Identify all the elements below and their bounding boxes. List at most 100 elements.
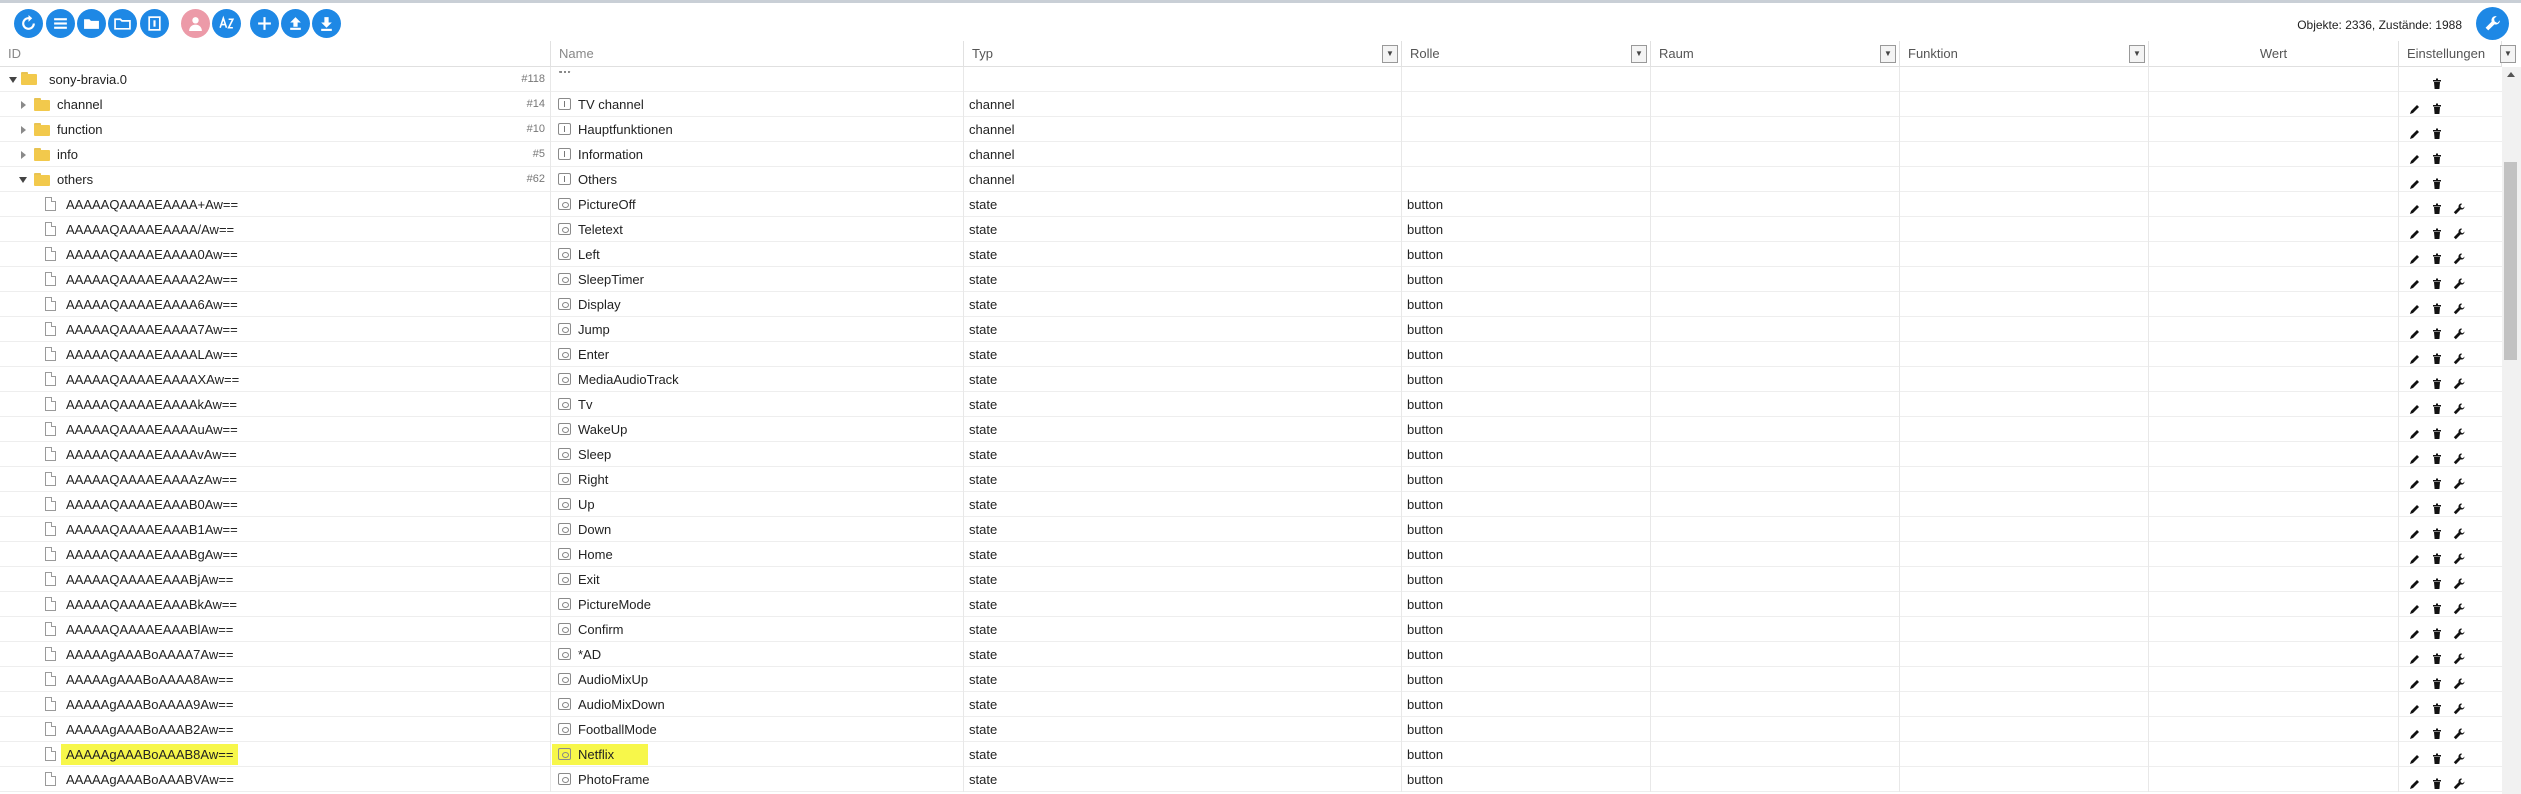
tree-row-state[interactable]: AAAAAQAAAAEAAAAzAw== Right state button xyxy=(0,467,2502,492)
tree-row-state[interactable]: AAAAAQAAAAEAAAAkAw== Tv state button xyxy=(0,392,2502,417)
tree-row-state[interactable]: AAAAAQAAAAEAAAAXAw== MediaAudioTrack state… xyxy=(0,367,2502,392)
expand-toggle[interactable] xyxy=(21,101,26,109)
edit-icon[interactable] xyxy=(2409,773,2421,789)
user-icon[interactable] xyxy=(181,9,210,38)
collapse-toggle[interactable] xyxy=(9,77,17,83)
delete-icon[interactable] xyxy=(2431,523,2443,539)
edit-icon[interactable] xyxy=(2409,673,2421,689)
tree-row-state[interactable]: AAAAAQAAAAEAAAAvAw== Sleep state button xyxy=(0,442,2502,467)
edit-icon[interactable] xyxy=(2409,298,2421,314)
delete-icon[interactable] xyxy=(2431,648,2443,664)
wrench-icon[interactable] xyxy=(2453,348,2465,365)
upload-icon[interactable] xyxy=(281,9,310,38)
wrench-icon[interactable] xyxy=(2453,398,2465,415)
delete-icon[interactable] xyxy=(2431,398,2443,414)
edit-icon[interactable] xyxy=(2409,698,2421,714)
delete-icon[interactable] xyxy=(2431,698,2443,714)
delete-icon[interactable] xyxy=(2431,173,2443,189)
tree-row-state[interactable]: AAAAAQAAAAEAAAA6Aw== Display state button xyxy=(0,292,2502,317)
delete-icon[interactable] xyxy=(2431,298,2443,314)
wrench-icon[interactable] xyxy=(2453,523,2465,540)
delete-icon[interactable] xyxy=(2431,623,2443,639)
edit-icon[interactable] xyxy=(2409,448,2421,464)
sort-icon[interactable] xyxy=(212,9,241,38)
delete-icon[interactable] xyxy=(2431,323,2443,339)
wrench-icon[interactable] xyxy=(2453,748,2465,765)
tree-row-state[interactable]: AAAAAQAAAAEAAAA7Aw== Jump state button xyxy=(0,317,2502,342)
column-header-typ[interactable]: Typ ▼ xyxy=(964,41,1402,67)
wrench-icon[interactable] xyxy=(2453,473,2465,490)
wrench-icon[interactable] xyxy=(2453,773,2465,790)
wrench-icon[interactable] xyxy=(2453,723,2465,740)
wrench-icon[interactable] xyxy=(2453,598,2465,615)
wrench-icon[interactable] xyxy=(2476,7,2509,40)
wrench-icon[interactable] xyxy=(2453,648,2465,665)
refresh-icon[interactable] xyxy=(14,9,43,38)
edit-icon[interactable] xyxy=(2409,723,2421,739)
list-icon[interactable] xyxy=(46,9,75,38)
tree-row-root[interactable]: sony-bravia.0 #118 xyxy=(0,67,2502,92)
raum-filter-dropdown[interactable]: ▼ xyxy=(1880,45,1896,63)
tree-row-state[interactable]: AAAAAQAAAAEAAAA2Aw== SleepTimer state butto… xyxy=(0,267,2502,292)
tree-row-state[interactable]: AAAAAgAAABoAAAA8Aw== AudioMixUp state butto… xyxy=(0,667,2502,692)
delete-icon[interactable] xyxy=(2431,198,2443,214)
tree-row-state[interactable]: AAAAAgAAABoAAAB8Aw== Netflix state button xyxy=(0,742,2502,767)
edit-icon[interactable] xyxy=(2409,98,2421,114)
edit-icon[interactable] xyxy=(2409,123,2421,139)
delete-icon[interactable] xyxy=(2431,573,2443,589)
delete-icon[interactable] xyxy=(2431,448,2443,464)
delete-icon[interactable] xyxy=(2431,473,2443,489)
tree-row-state[interactable]: AAAAAQAAAAEAAABgAw== Home state button xyxy=(0,542,2502,567)
scrollbar-thumb[interactable] xyxy=(2504,162,2517,360)
edit-icon[interactable] xyxy=(2409,748,2421,764)
tree-row-state[interactable]: AAAAAQAAAAEAAABkAw== PictureMode state butt… xyxy=(0,592,2502,617)
collapse-toggle[interactable] xyxy=(19,177,27,183)
edit-icon[interactable] xyxy=(2409,323,2421,339)
delete-icon[interactable] xyxy=(2431,148,2443,164)
download-icon[interactable] xyxy=(312,9,341,38)
delete-icon[interactable] xyxy=(2431,498,2443,514)
tree-row-state[interactable]: AAAAAgAAABoAAAA7Aw== *AD state button xyxy=(0,642,2502,667)
settings-dropdown[interactable]: ▼ xyxy=(2500,45,2516,63)
tree-row-state[interactable]: AAAAAQAAAAEAAAA/Aw== Teletext state button xyxy=(0,217,2502,242)
wrench-icon[interactable] xyxy=(2453,273,2465,290)
delete-icon[interactable] xyxy=(2431,598,2443,614)
wrench-icon[interactable] xyxy=(2453,623,2465,640)
delete-icon[interactable] xyxy=(2431,548,2443,564)
scroll-up-arrow[interactable] xyxy=(2502,67,2521,81)
tree-row-state[interactable]: AAAAAQAAAAEAAAB0Aw== Up state button xyxy=(0,492,2502,517)
tree-row-state[interactable]: AAAAAQAAAAEAAAAuAw== WakeUp state button xyxy=(0,417,2502,442)
folder-icon[interactable] xyxy=(77,9,106,38)
wrench-icon[interactable] xyxy=(2453,373,2465,390)
edit-icon[interactable] xyxy=(2409,198,2421,214)
tree-row-state[interactable]: AAAAAQAAAAEAAABjAw== Exit state button xyxy=(0,567,2502,592)
column-header-id[interactable]: ID xyxy=(0,41,551,67)
delete-icon[interactable] xyxy=(2431,748,2443,764)
wrench-icon[interactable] xyxy=(2453,223,2465,240)
wrench-icon[interactable] xyxy=(2453,673,2465,690)
typ-filter-dropdown[interactable]: ▼ xyxy=(1382,45,1398,63)
wrench-icon[interactable] xyxy=(2453,423,2465,440)
edit-icon[interactable] xyxy=(2409,548,2421,564)
funktion-filter-dropdown[interactable]: ▼ xyxy=(2129,45,2145,63)
edit-icon[interactable] xyxy=(2409,223,2421,239)
edit-icon[interactable] xyxy=(2409,598,2421,614)
delete-icon[interactable] xyxy=(2431,423,2443,439)
rolle-filter-dropdown[interactable]: ▼ xyxy=(1631,45,1647,63)
edit-icon[interactable] xyxy=(2409,523,2421,539)
tree-row-state[interactable]: AAAAAQAAAAEAAABlAw== Confirm state button xyxy=(0,617,2502,642)
expert-icon[interactable] xyxy=(140,9,169,38)
edit-icon[interactable] xyxy=(2409,173,2421,189)
tree-row-state[interactable]: AAAAAQAAAAEAAAB1Aw== Down state button xyxy=(0,517,2502,542)
edit-icon[interactable] xyxy=(2409,373,2421,389)
delete-icon[interactable] xyxy=(2431,273,2443,289)
tree-row-channel[interactable]: others #62 Others channel xyxy=(0,167,2502,192)
column-header-raum[interactable]: Raum ▼ xyxy=(1651,41,1900,67)
column-header-name[interactable]: Name xyxy=(551,41,964,67)
delete-icon[interactable] xyxy=(2431,773,2443,789)
delete-icon[interactable] xyxy=(2431,248,2443,264)
folder-open-icon[interactable] xyxy=(108,9,137,38)
expand-toggle[interactable] xyxy=(21,151,26,159)
column-header-rolle[interactable]: Rolle ▼ xyxy=(1402,41,1651,67)
tree-row-channel[interactable]: function #10 Hauptfunktionen channel xyxy=(0,117,2502,142)
